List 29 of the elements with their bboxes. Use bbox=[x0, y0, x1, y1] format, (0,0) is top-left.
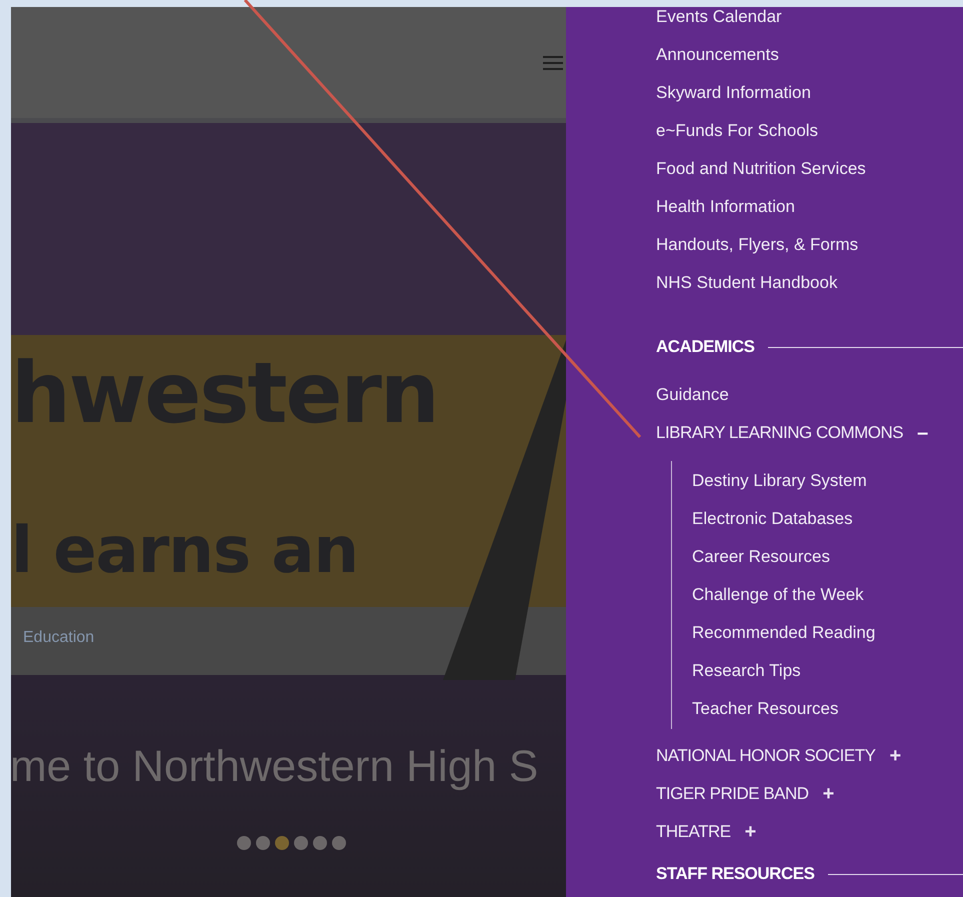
submenu-link[interactable]: Electronic Databases bbox=[692, 506, 853, 532]
submenu-link[interactable]: Challenge of the Week bbox=[692, 582, 864, 608]
menu-link[interactable]: Skyward Information bbox=[656, 80, 811, 106]
menu-link[interactable]: Guidance bbox=[656, 382, 729, 408]
menu-link[interactable]: Handouts, Flyers, & Forms bbox=[656, 232, 858, 258]
submenu-link[interactable]: Career Resources bbox=[692, 544, 830, 570]
menu-link[interactable]: NHS Student Handbook bbox=[656, 270, 838, 296]
banner-caption: Education bbox=[23, 628, 94, 648]
collapse-toggle[interactable]: – bbox=[917, 423, 928, 443]
submenu-link[interactable]: Research Tips bbox=[692, 658, 801, 684]
menu-group-link[interactable]: NATIONAL HONOR SOCIETY bbox=[656, 743, 876, 769]
menu-icon[interactable] bbox=[543, 54, 563, 70]
menu-link[interactable]: e~Funds For Schools bbox=[656, 118, 818, 144]
expand-toggle[interactable]: + bbox=[889, 746, 902, 766]
section-heading: STAFF RESOURCES bbox=[656, 863, 814, 886]
menu-group-link[interactable]: TIGER PRIDE BAND bbox=[656, 781, 809, 807]
menu-group-link[interactable]: THEATRE bbox=[656, 819, 731, 845]
submenu-link[interactable]: Destiny Library System bbox=[692, 468, 867, 494]
welcome-heading: me to Northwestern High S bbox=[11, 745, 538, 789]
section-heading: ACADEMICS bbox=[656, 336, 754, 358]
menu-link[interactable]: Events Calendar bbox=[656, 7, 782, 30]
menu-link[interactable]: Announcements bbox=[656, 42, 779, 68]
menu-link[interactable]: Food and Nutrition Services bbox=[656, 156, 866, 182]
menu-link[interactable]: Health Information bbox=[656, 194, 795, 220]
expand-toggle[interactable]: + bbox=[822, 784, 834, 804]
submenu-link[interactable]: Teacher Resources bbox=[692, 696, 838, 722]
expand-toggle[interactable]: + bbox=[744, 822, 756, 842]
submenu-link[interactable]: Recommended Reading bbox=[692, 620, 876, 646]
menu-group-link[interactable]: LIBRARY LEARNING COMMONS bbox=[656, 420, 904, 446]
